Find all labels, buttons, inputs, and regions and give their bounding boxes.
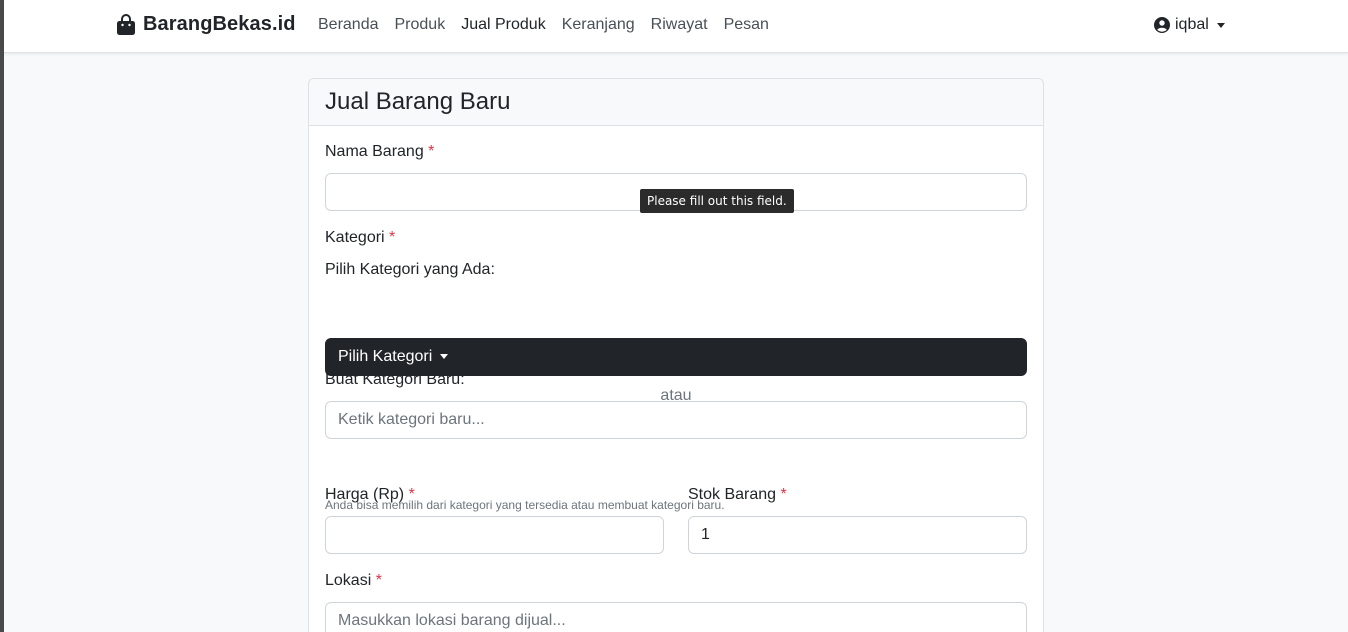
- lokasi-label-text: Lokasi: [325, 572, 372, 589]
- shopping-bag-icon: [116, 13, 136, 36]
- kategori-label-text: Kategori: [325, 229, 385, 246]
- page-title: Jual Barang Baru: [325, 88, 511, 115]
- navbar: BarangBekas.id Beranda Produk Jual Produ…: [4, 0, 1348, 53]
- harga-label-text: Harga (Rp): [325, 486, 405, 503]
- sell-form-card: Jual Barang Baru Nama Barang * Kategori …: [308, 78, 1044, 632]
- nama-barang-label-text: Nama Barang: [325, 143, 424, 160]
- chevron-down-icon: [440, 354, 449, 360]
- stok-label-text: Stok Barang: [688, 486, 777, 503]
- stok-input[interactable]: [688, 516, 1027, 554]
- lokasi-input[interactable]: [325, 602, 1027, 632]
- nama-barang-label: Nama Barang *: [325, 143, 434, 161]
- nav-link-keranjang[interactable]: Keranjang: [562, 16, 635, 34]
- brand-link[interactable]: BarangBekas.id: [116, 13, 296, 36]
- user-name: iqbal: [1175, 16, 1209, 33]
- kategori-dropdown-label: Pilih Kategori: [338, 348, 433, 365]
- stok-label: Stok Barang *: [688, 486, 787, 504]
- validation-tooltip: Please fill out this field.: [640, 189, 794, 213]
- nav-links: Beranda Produk Jual Produk Keranjang Riw…: [318, 16, 785, 34]
- nav-link-riwayat[interactable]: Riwayat: [651, 16, 708, 34]
- required-mark: *: [375, 572, 382, 589]
- required-mark: *: [428, 143, 435, 160]
- pilih-kategori-label: Pilih Kategori yang Ada:: [325, 261, 495, 278]
- kategori-baru-input[interactable]: [325, 401, 1027, 439]
- kategori-label: Kategori *: [325, 229, 395, 247]
- harga-label: Harga (Rp) *: [325, 486, 415, 504]
- nav-link-jual-produk[interactable]: Jual Produk: [461, 16, 546, 34]
- nav-link-beranda[interactable]: Beranda: [318, 16, 379, 34]
- lokasi-label: Lokasi *: [325, 572, 382, 590]
- buat-kategori-label: Buat Kategori Baru:: [325, 371, 465, 388]
- chevron-down-icon: [1216, 22, 1225, 28]
- card-header: Jual Barang Baru: [309, 79, 1043, 126]
- required-mark: *: [408, 486, 415, 503]
- required-mark: *: [389, 229, 396, 246]
- nav-link-pesan[interactable]: Pesan: [724, 16, 769, 34]
- nav-link-produk[interactable]: Produk: [395, 16, 446, 34]
- required-mark: *: [780, 486, 787, 503]
- brand-name: BarangBekas.id: [143, 13, 296, 35]
- window-edge: [0, 0, 4, 632]
- user-menu-toggle[interactable]: iqbal: [1154, 16, 1225, 34]
- user-circle-icon: [1154, 17, 1170, 33]
- harga-input[interactable]: [325, 516, 664, 554]
